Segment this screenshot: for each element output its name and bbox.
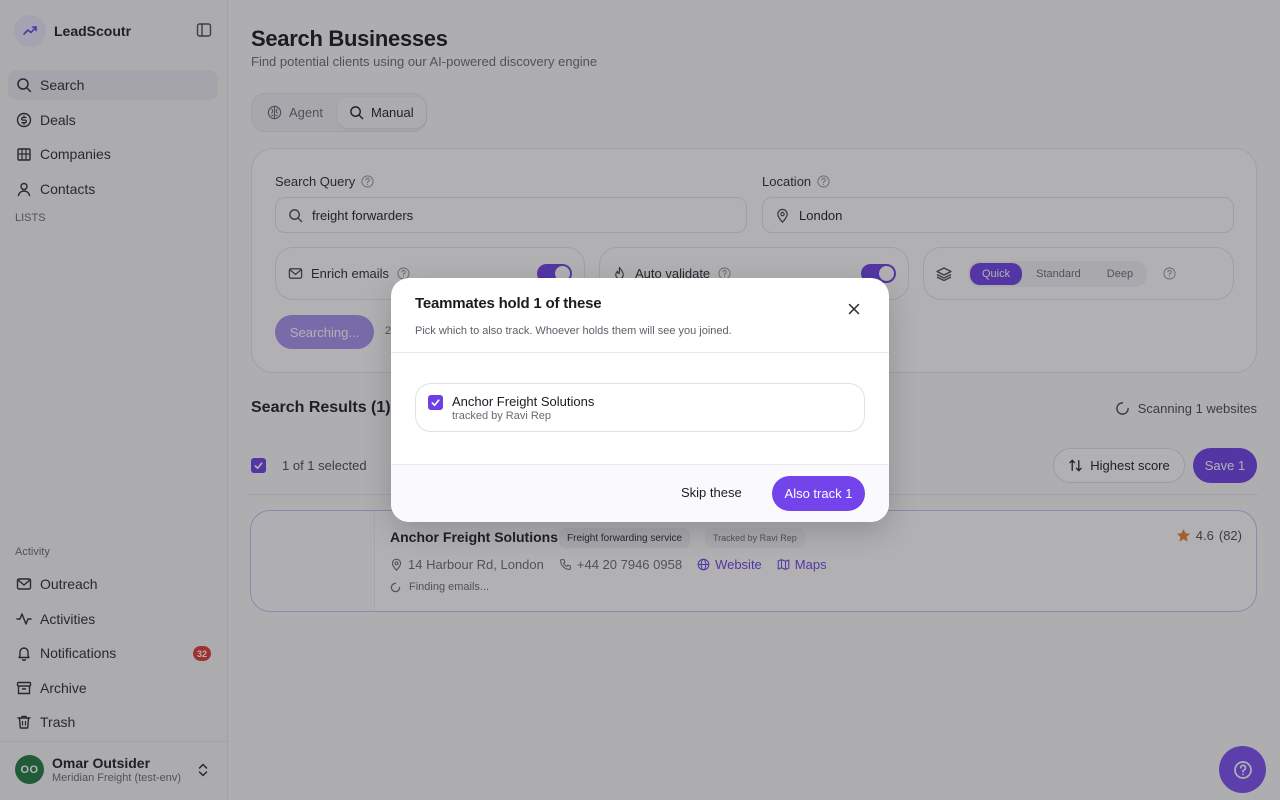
modal-divider [391,352,889,353]
check-icon [431,399,440,407]
also-track-button[interactable]: Also track 1 [772,476,865,511]
lead-tracked-by: tracked by Ravi Rep [452,410,552,422]
lead-name: Anchor Freight Solutions [452,394,595,409]
lead-checkbox[interactable] [428,395,443,410]
track-teammates-dialog: Teammates hold 1 of these Pick which to … [391,278,889,522]
skip-button[interactable]: Skip these [681,485,742,500]
teammate-lead-item[interactable]: Anchor Freight Solutions tracked by Ravi… [415,383,865,432]
modal-footer: Skip these Also track 1 [391,464,889,522]
close-icon[interactable] [847,302,861,316]
modal-subtitle: Pick which to also track. Whoever holds … [415,325,732,337]
modal-title: Teammates hold 1 of these [415,295,602,312]
